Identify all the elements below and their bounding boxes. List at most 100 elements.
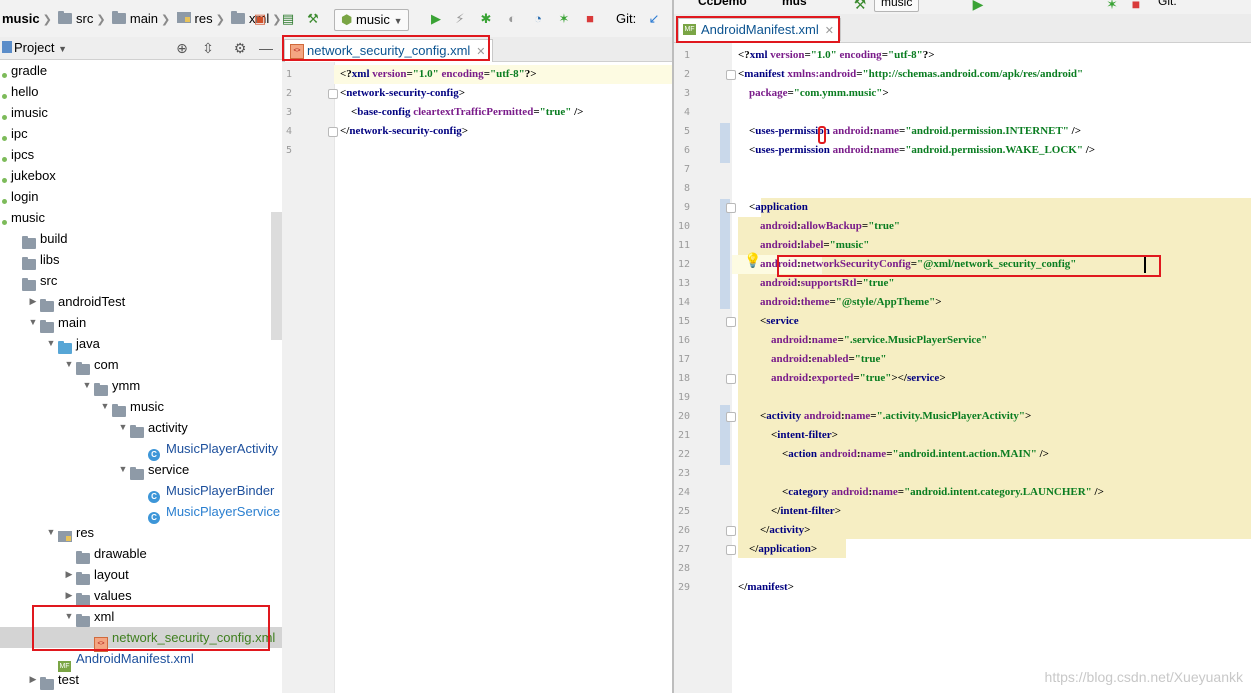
code-line[interactable]: </network-security-config>: [340, 122, 468, 141]
code-line[interactable]: <?xml version="1.0" encoding="utf-8"?>: [340, 65, 537, 84]
stop-icon[interactable]: ■: [1128, 0, 1144, 12]
tree-item[interactable]: MF AndroidManifest.xml: [0, 648, 282, 672]
vcs-update-icon[interactable]: ↙: [646, 9, 662, 29]
code-line[interactable]: <action android:name="android.intent.act…: [738, 445, 1049, 464]
expand-arrow-down-icon[interactable]: ▼: [100, 396, 110, 417]
fold-marker-icon[interactable]: [726, 203, 736, 213]
attach-debugger-icon[interactable]: ◐: [504, 9, 520, 29]
build-variant-icon[interactable]: ▣: [252, 9, 268, 29]
tree-item[interactable]: ▼ com: [0, 354, 282, 375]
hammer-icon[interactable]: ⚒: [305, 9, 321, 29]
fold-marker-icon[interactable]: [726, 526, 736, 536]
left-code-area[interactable]: [334, 62, 673, 693]
code-line[interactable]: <uses-permission android:name="android.p…: [738, 122, 1081, 141]
fold-marker-icon[interactable]: [328, 89, 338, 99]
tree-scrollbar[interactable]: [271, 212, 282, 340]
code-line[interactable]: <manifest xmlns:android="http://schemas.…: [738, 65, 1083, 84]
debug-attach-icon[interactable]: ✶: [1104, 0, 1120, 12]
tree-item[interactable]: libs: [0, 249, 282, 270]
run-config-select-right[interactable]: music: [874, 0, 920, 12]
tree-item[interactable]: ▼ res: [0, 522, 282, 543]
code-line[interactable]: <category android:name="android.intent.c…: [738, 483, 1104, 502]
hammer-icon[interactable]: ⚒: [852, 0, 868, 12]
tree-item[interactable]: music: [0, 207, 282, 228]
tree-item[interactable]: C MusicPlayerBinder: [0, 480, 282, 503]
layout-icon[interactable]: ▤: [280, 9, 296, 29]
breadcrumb-item-src[interactable]: src: [76, 11, 93, 26]
tree-item[interactable]: ▼ music: [0, 396, 282, 417]
breadcrumb-item-res[interactable]: res: [195, 11, 213, 26]
tree-item[interactable]: ▶ test: [0, 669, 282, 690]
code-line[interactable]: android:allowBackup="true": [738, 217, 900, 236]
breadcrumb-item-music[interactable]: music: [2, 11, 40, 26]
code-line[interactable]: android:theme="@style/AppTheme">: [738, 293, 942, 312]
tree-item[interactable]: build: [0, 228, 282, 249]
tree-item[interactable]: drawable: [0, 543, 282, 564]
code-line[interactable]: <uses-permission android:name="android.p…: [738, 141, 1095, 160]
tree-item[interactable]: imusic: [0, 102, 282, 123]
breadcrumb-item-main[interactable]: main: [130, 11, 158, 26]
locate-file-icon[interactable]: ⊕: [174, 40, 190, 56]
fold-marker-icon[interactable]: [726, 317, 736, 327]
expand-arrow-right-icon[interactable]: ▶: [28, 669, 38, 690]
code-line[interactable]: </application>: [738, 540, 817, 559]
expand-arrow-down-icon[interactable]: ▼: [46, 522, 56, 543]
expand-arrow-down-icon[interactable]: ▼: [64, 354, 74, 375]
code-line[interactable]: </activity>: [738, 521, 810, 540]
fold-marker-icon[interactable]: [726, 70, 736, 80]
fold-marker-icon[interactable]: [328, 127, 338, 137]
fold-marker-icon[interactable]: [726, 412, 736, 422]
fold-marker-icon[interactable]: [726, 545, 736, 555]
code-line[interactable]: <base-config cleartextTrafficPermitted="…: [340, 103, 583, 122]
expand-arrow-right-icon[interactable]: ▶: [64, 585, 74, 606]
code-line[interactable]: </intent-filter>: [738, 502, 841, 521]
run-config-select[interactable]: ⬢ music ▼: [334, 9, 410, 31]
fold-marker-icon[interactable]: [726, 374, 736, 384]
code-line[interactable]: android:exported="true"></service>: [738, 369, 946, 388]
profile-icon[interactable]: ◔: [530, 9, 546, 29]
code-line[interactable]: <activity android:name=".activity.MusicP…: [738, 407, 1031, 426]
tree-item[interactable]: ▼ ymm: [0, 375, 282, 396]
expand-arrow-down-icon[interactable]: ▼: [118, 459, 128, 480]
tree-item[interactable]: src: [0, 270, 282, 291]
expand-arrow-down-icon[interactable]: ▼: [46, 333, 56, 354]
breadcrumb-item-module[interactable]: mus: [782, 0, 807, 8]
tree-item[interactable]: ipc: [0, 123, 282, 144]
expand-arrow-right-icon[interactable]: ▶: [28, 291, 38, 312]
right-editor[interactable]: 💡 1 <?xml version="1.0" encoding="utf-8"?…: [674, 43, 1251, 693]
breadcrumb-item-project[interactable]: CcDemo: [698, 0, 747, 8]
code-line[interactable]: <application: [738, 198, 808, 217]
expand-arrow-down-icon[interactable]: ▼: [118, 417, 128, 438]
code-line[interactable]: <service: [738, 312, 799, 331]
expand-arrow-right-icon[interactable]: ▶: [64, 564, 74, 585]
code-line[interactable]: <intent-filter>: [738, 426, 838, 445]
code-line[interactable]: android:name=".service.MusicPlayerServic…: [738, 331, 987, 350]
tree-item[interactable]: jukebox: [0, 165, 282, 186]
tree-item[interactable]: ▼ main: [0, 312, 282, 333]
left-editor[interactable]: 1 <?xml version="1.0" encoding="utf-8"?> 2…: [282, 62, 672, 693]
tree-item[interactable]: ▶ layout: [0, 564, 282, 585]
tree-item[interactable]: ▶ androidTest: [0, 291, 282, 312]
tree-item[interactable]: C MusicPlayerService: [0, 501, 282, 524]
code-line[interactable]: </manifest>: [738, 578, 794, 597]
collapse-all-icon[interactable]: ⇳: [200, 40, 216, 56]
tree-item[interactable]: gradle: [0, 60, 282, 81]
tree-item[interactable]: ▶ values: [0, 585, 282, 606]
tree-item[interactable]: C MusicPlayerActivity: [0, 438, 282, 461]
tree-item[interactable]: ▼ activity: [0, 417, 282, 438]
tree-item[interactable]: ▼ service: [0, 459, 282, 480]
code-line[interactable]: android:enabled="true": [738, 350, 887, 369]
run-icon[interactable]: ▶: [428, 9, 444, 29]
tree-item[interactable]: ▼ java: [0, 333, 282, 354]
apply-changes-icon[interactable]: ⚡: [452, 9, 468, 29]
expand-arrow-down-icon[interactable]: ▼: [28, 312, 38, 333]
debug-attach-icon[interactable]: ✶: [556, 9, 572, 29]
project-view-select[interactable]: Project ▼: [14, 40, 67, 55]
code-line[interactable]: package="com.ymm.music">: [738, 84, 889, 103]
debug-icon[interactable]: ✱: [478, 9, 494, 29]
run-icon[interactable]: ▶: [970, 0, 986, 12]
tree-item[interactable]: login: [0, 186, 282, 207]
stop-icon[interactable]: ■: [582, 9, 598, 29]
code-line[interactable]: <network-security-config>: [340, 84, 465, 103]
expand-arrow-down-icon[interactable]: ▼: [82, 375, 92, 396]
